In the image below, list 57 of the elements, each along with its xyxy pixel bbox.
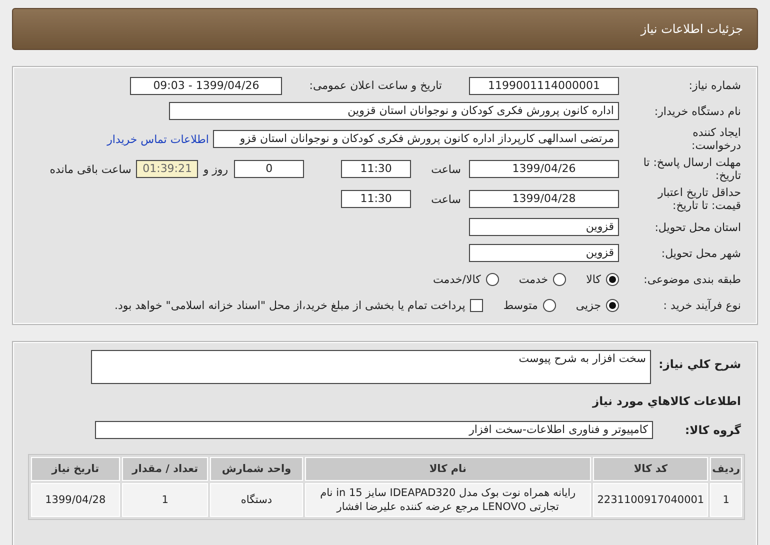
column-header: نام کالا [304,457,592,481]
days-field[interactable]: 0 [234,160,304,178]
deadline-date-field[interactable]: 1399/04/26 [469,160,619,178]
table-cell: 1 [710,483,742,517]
field-label: ایجاد کننده درخواست: [690,126,741,152]
radio-button[interactable] [542,298,556,312]
radio-label: متوسط [503,298,538,312]
goods-group-field[interactable]: کامپیوتر و فناوری اطلاعات-سخت افزار [95,421,653,439]
field-label: حداقل تاریخ اعتبار قیمت: تا تاریخ: [656,186,741,212]
buyer-field[interactable]: اداره کانون پرورش فکری کودکان و نوجوانان استان قزوین [169,102,619,120]
table-cell: 1 [122,483,208,517]
radio-label: جزیی [576,298,601,312]
field-label: طبقه بندی موضوعی: [642,272,741,286]
field-label: گروه کالا: [684,424,741,436]
table-cell: دستگاه [210,483,303,517]
field-label: تاریخ و ساعت اعلان عمومی: [309,79,442,92]
field-label: ساعت [431,162,461,176]
column-header: ردیف [710,457,742,481]
checkbox[interactable] [470,298,484,312]
buyer-contact-link[interactable]: اطلاعات تماس خریدار [107,132,209,146]
field-label: مهلت ارسال پاسخ: تا تاریخ: [642,156,741,182]
field-label: نام دستگاه خریدار: [653,104,741,118]
city-field[interactable]: قزوین [469,244,619,262]
page-title: جزئیات اطلاعات نیاز [640,22,743,36]
remaining-time-field: 01:39:21 [136,160,198,178]
field-label: روز و [203,162,228,176]
radio-label: کالا [586,272,601,286]
column-header: تعداد / مقدار [122,457,208,481]
radio-button[interactable] [553,272,566,286]
announce-date-field[interactable]: 1399/04/26 - 09:03 [130,76,282,94]
field-label: استان محل تحویل: [654,220,741,234]
field-label: شهر محل تحویل: [660,246,741,260]
column-header: تاریخ نیاز [31,457,120,481]
radio-label: خدمت [518,272,548,286]
column-header: کد کالا [593,457,708,481]
deadline-time-field[interactable]: 11:30 [341,160,412,178]
table-cell: 1399/04/28 [31,483,120,517]
field-label: ساعت [431,192,461,206]
province-field[interactable]: قزوین [469,218,619,236]
need-number-field[interactable]: 1199001114000001 [469,76,619,94]
section-title: اطلاعات کالاهاي مورد نياز [592,394,741,408]
table-cell: رایانه همراه نوت بوک مدل IDEAPAD320 سایز 15 in نام تجارتی LENOVO مرجع عرضه کننده علیرضا افشار [304,483,592,517]
requester-field[interactable]: مرتضی اسدالهی کارپرداز اداره کانون پرورش فکری کودکان و نوجوانان استان قزو [213,130,619,148]
field-label: شماره نیاز: [688,79,741,92]
column-header: واحد شمارش [210,457,303,481]
radio-button[interactable] [486,272,499,286]
table-cell: 2231100917040001 [593,483,708,517]
radio-button[interactable] [606,272,619,286]
field-label: ساعت باقی مانده [50,162,132,176]
field-label: نوع فرآیند خرید : [662,298,741,312]
validity-time-field[interactable]: 11:30 [341,190,412,208]
radio-button[interactable] [606,298,619,312]
checkbox-label: پرداخت تمام یا بخشی از مبلغ خرید،از محل "اسناد خزانه اسلامی" خواهد بود. [114,298,466,312]
radio-label: کالا/خدمت [433,272,481,286]
field-label: شرح کلي نياز: [658,358,741,371]
description-field[interactable]: سخت افزار به شرح پیوست [91,350,651,384]
validity-date-field[interactable]: 1399/04/28 [469,190,619,208]
